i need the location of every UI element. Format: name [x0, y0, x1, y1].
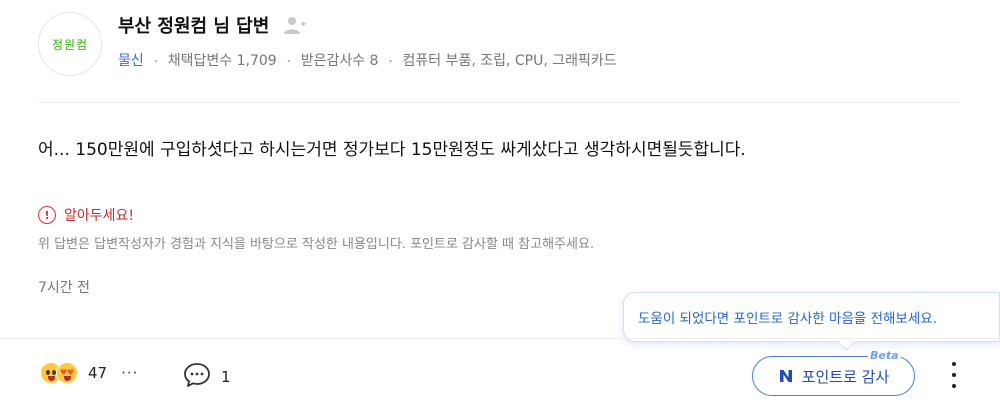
meta-separator: ・ — [385, 56, 396, 68]
answerer-meta: 물신 ・ 채택답변수 1,709 ・ 받은감사수 8 ・ 컴퓨터 부품, 조립,… — [118, 50, 617, 70]
point-thanks-label: 포인트로 감사 — [801, 367, 890, 386]
notice-title: 알아두세요! — [64, 208, 135, 224]
n-point-icon — [779, 370, 792, 382]
reaction-group[interactable]: ♥ ♥ 47 ··· — [40, 362, 138, 384]
notice-text: 위 답변은 답변작성자가 경험과 지식을 바탕으로 작성한 내용입니다. 포인트… — [38, 237, 595, 252]
comment-button[interactable]: 1 — [183, 362, 231, 392]
speech-bubble-icon — [183, 362, 211, 392]
heart-eyes-emoji-icon: ♥ ♥ — [56, 362, 78, 384]
vertical-dots-icon[interactable] — [944, 362, 964, 388]
header-divider — [38, 102, 958, 103]
thanks-count: 받은감사수 8 — [300, 53, 379, 69]
meta-separator: ・ — [283, 56, 294, 68]
answerer-header: 부산 정원컴 님 답변 — [118, 12, 307, 38]
reaction-count: 47 — [88, 364, 108, 382]
comment-count: 1 — [221, 368, 231, 386]
avatar[interactable]: 정원컴 — [38, 12, 102, 76]
beta-badge: Beta — [868, 349, 901, 362]
answerer-name[interactable]: 부산 정원컴 님 답변 — [118, 12, 269, 38]
adopted-count: 채택답변수 1,709 — [167, 53, 277, 69]
notice-heading: ! 알아두세요! — [38, 205, 134, 225]
action-bar-divider — [0, 338, 1000, 339]
point-thanks-button[interactable]: 포인트로 감사 — [752, 356, 915, 396]
answer-time: 7시간 전 — [38, 280, 90, 296]
answer-text: 어... 150만원에 구입하셧다고 하시는거면 정가보다 15만원정도 싸게샀… — [38, 140, 746, 160]
thanks-tooltip: 도움이 되었다면 포인트로 감사한 마음을 전해보세요. — [623, 292, 1000, 342]
reaction-more-button[interactable]: ··· — [121, 364, 138, 382]
add-person-icon[interactable] — [283, 15, 307, 35]
meta-separator: ・ — [150, 56, 161, 68]
expertise-category: 컴퓨터 부품, 조립, CPU, 그래픽카드 — [402, 53, 617, 69]
grade-label[interactable]: 물신 — [118, 50, 144, 70]
warning-circle-icon: ! — [38, 206, 56, 224]
